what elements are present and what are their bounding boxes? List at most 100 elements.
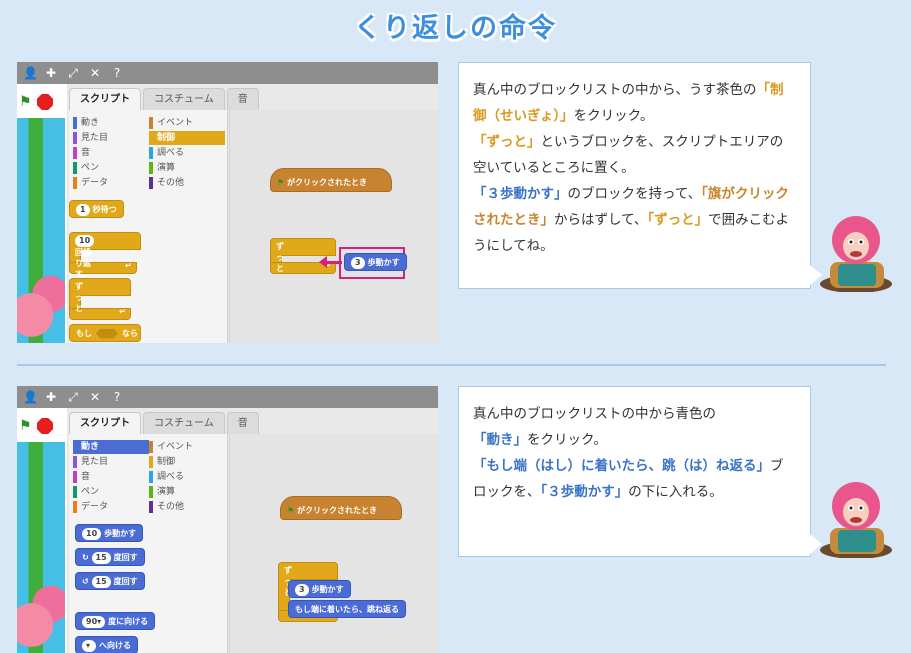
coral-image [17,583,65,653]
move-steps-input[interactable]: 10 [82,528,102,540]
editor-toolbar: 👤 ✚ ⤢ ✕ ? [17,62,438,84]
grow-icon[interactable]: ⤢ [67,390,79,405]
category-pen[interactable]: ペン [73,161,149,175]
instruction-bubble-step2: 真ん中のブロックリストの中から青色の 「動き」をクリック。 「もし端（はし）に着… [458,386,811,557]
scratch-editor-step1: 👤 ✚ ⤢ ✕ ? ⚑ スクリプト コスチューム 音 動き イベント 見た目 制… [17,62,438,343]
category-data[interactable]: データ [73,500,149,514]
tab-costumes[interactable]: コスチューム [143,412,225,434]
wait-seconds-input[interactable]: 1 [76,204,90,216]
mascot-image [820,482,892,558]
category-control[interactable]: 制御 [149,455,225,469]
delete-icon[interactable]: ✚ [45,66,57,80]
category-motion[interactable]: 動き [73,116,149,130]
step1-highlight-forever: 「ずっと」 [473,134,541,150]
category-operators[interactable]: 演算 [149,485,225,499]
move-steps-block[interactable]: 10 歩動かす [75,524,144,542]
green-flag-icon[interactable]: ⚑ [19,94,32,110]
stop-icon[interactable] [37,94,53,110]
category-data[interactable]: データ [73,176,149,190]
move-steps-label: 歩動かす [367,258,400,267]
category-operators[interactable]: 演算 [149,161,225,175]
category-sound[interactable]: 音 [73,470,149,484]
turn-right-input[interactable]: 15 [91,552,111,564]
if-then-label: なら [122,329,138,338]
turn-left-block[interactable]: ↺ 15 度回す [75,572,145,590]
category-pen[interactable]: ペン [73,485,149,499]
wait-block[interactable]: 1 秒待つ [69,200,124,218]
step2-highlight-motion: 「動き」 [473,432,527,448]
category-events[interactable]: イベント [149,116,225,130]
grow-icon[interactable]: ⤢ [67,66,79,81]
stage-image [17,118,65,343]
point-towards-block[interactable]: ▾ へ向ける [75,636,138,653]
step2-text: の下に入れる。 [628,484,723,500]
tab-sounds[interactable]: 音 [226,412,259,434]
block-palette: 動き イベント 見た目 制御 音 調べる ペン 演算 データ その他 10 歩動か… [69,434,228,653]
bounce-on-edge-block[interactable]: もし端に着いたら、跳ね返る [288,600,406,618]
category-sensing[interactable]: 調べる [149,146,225,160]
category-control[interactable]: 制御 [149,131,225,145]
block-palette: 動き イベント 見た目 制御 音 調べる ペン 演算 データ その他 1 秒待つ … [69,110,228,343]
when-flag-clicked-block[interactable]: ⚑ がクリックされたとき [270,168,392,192]
stop-icon[interactable] [37,418,53,434]
wait-block-label: 秒待つ [92,205,117,214]
category-motion[interactable]: 動き [73,440,149,454]
category-events[interactable]: イベント [149,440,225,454]
duplicate-icon[interactable]: 👤 [23,390,38,404]
category-sensing[interactable]: 調べる [149,470,225,484]
category-sound[interactable]: 音 [73,146,149,160]
mascot-image [820,216,892,292]
delete-icon[interactable]: ✚ [45,390,57,404]
move-steps-label: 歩動かす [311,585,344,594]
move-steps-block[interactable]: 3 歩動かす [344,253,407,271]
towards-dropdown[interactable]: ▾ [82,640,96,652]
step1-text: をクリック。 [573,108,654,124]
tab-scripts[interactable]: スクリプト [69,88,141,110]
condition-slot[interactable] [96,328,118,339]
forever-script-label: ずっと [276,242,284,273]
help-icon[interactable]: ? [111,66,123,80]
category-more[interactable]: その他 [149,176,225,190]
step2-highlight-bounce: 「もし端（はし）に着いたら、跳（は）ね返る」 [473,458,770,474]
category-looks[interactable]: 見た目 [73,455,149,469]
direction-dropdown[interactable]: 90▾ [82,616,106,628]
move-steps-input[interactable]: 3 [351,257,365,269]
shrink-icon[interactable]: ✕ [89,390,101,404]
page-title: くり返しの命令 [354,13,557,44]
repeat-count-input[interactable]: 10 [75,235,95,247]
tab-scripts[interactable]: スクリプト [69,412,141,434]
move-steps-input[interactable]: 3 [295,584,309,596]
step1-text: のブロックを持って、 [567,186,702,202]
script-area[interactable]: ⚑ がクリックされたとき ずっと 3歩動かす もし端に着いたら、跳ね返る [229,434,438,653]
duplicate-icon[interactable]: 👤 [23,66,38,80]
shrink-icon[interactable]: ✕ [89,66,101,80]
turn-left-input[interactable]: 15 [91,576,111,588]
step2-highlight-move: 「３歩動かす」 [540,484,629,500]
editor-toolbar: 👤 ✚ ⤢ ✕ ? [17,386,438,408]
step1-text: からはずして、 [554,212,648,228]
if-block[interactable]: もし なら [69,324,141,342]
move-steps-label: 歩動かす [104,529,137,538]
when-flag-clicked-block[interactable]: ⚑ がクリックされたとき [280,496,402,520]
green-flag-icon[interactable]: ⚑ [19,418,32,434]
category-more[interactable]: その他 [149,500,225,514]
if-block-label: もし [76,329,92,338]
step2-text: をクリック。 [527,432,607,448]
category-looks[interactable]: 見た目 [73,131,149,145]
script-area[interactable]: ⚑ がクリックされたとき ずっと ↵ 3 歩動かす [229,110,438,343]
step1-highlight-move: 「３歩動かす」 [473,186,568,202]
instruction-bubble-step1: 真ん中のブロックリストの中から、うす茶色の「制御（せいぎょ）」をクリック。 「ず… [458,62,811,289]
turn-right-block[interactable]: ↻ 15 度回す [75,548,145,566]
forever-block-label: ずっと [75,282,83,313]
green-flag-icon: ⚑ [287,506,295,515]
stage-preview: ⚑ [17,408,67,653]
tab-costumes[interactable]: コスチューム [143,88,225,110]
green-flag-icon: ⚑ [277,178,285,187]
help-icon[interactable]: ? [111,390,123,404]
section-divider [17,364,886,366]
point-towards-label: へ向ける [99,641,131,650]
move-steps-script-block[interactable]: 3 歩動かす [288,580,351,598]
point-direction-block[interactable]: 90▾ 度に向ける [75,612,156,630]
step2-text: 真ん中のブロックリストの中から青色の [473,406,716,422]
tab-sounds[interactable]: 音 [226,88,259,110]
